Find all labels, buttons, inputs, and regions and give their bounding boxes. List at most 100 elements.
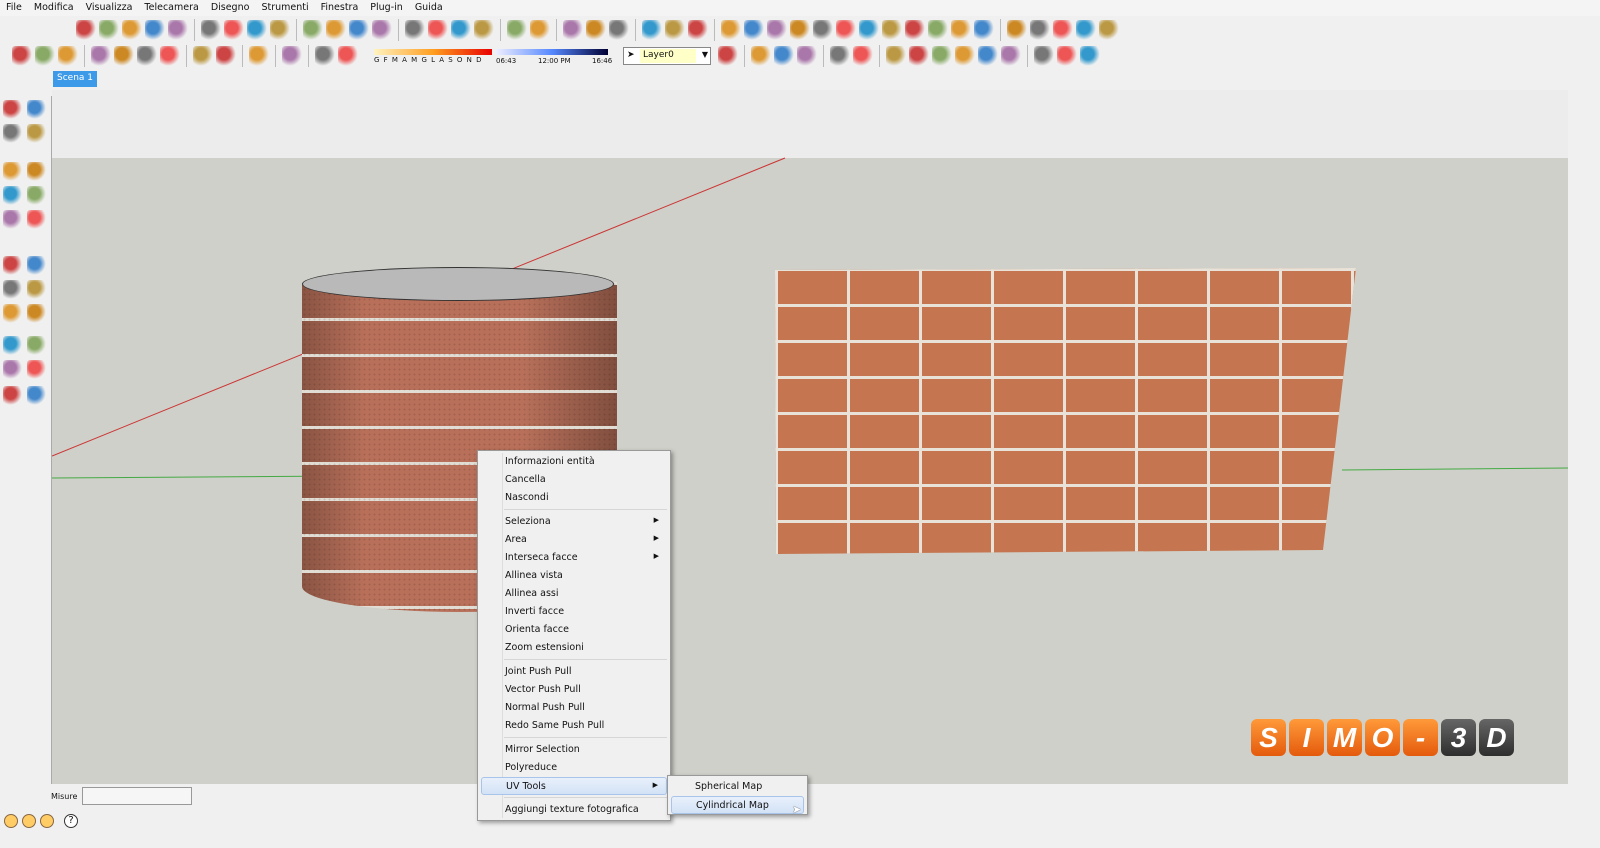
section-display-icon[interactable] [530, 20, 550, 40]
curve-icon[interactable] [744, 20, 764, 40]
circle-icon[interactable] [145, 20, 165, 40]
paste-icon[interactable] [137, 46, 157, 66]
rect2-icon[interactable] [859, 20, 879, 40]
undo-icon[interactable] [193, 46, 213, 66]
pyramid-icon[interactable] [932, 46, 952, 66]
menu-item-normal-push-pull[interactable]: Normal Push Pull [481, 699, 667, 717]
rotate-icon[interactable] [349, 20, 369, 40]
bezier-icon[interactable] [721, 20, 741, 40]
menu-item-area[interactable]: Area ▶ [481, 531, 667, 549]
push-pull-icon[interactable] [303, 20, 323, 40]
delete-icon[interactable] [160, 46, 180, 66]
knife-icon[interactable] [978, 46, 998, 66]
freehand-icon[interactable] [27, 210, 46, 229]
follow-me-icon[interactable] [27, 280, 46, 299]
rotate-x-icon[interactable] [830, 46, 850, 66]
layer-manager-icon[interactable] [718, 46, 738, 66]
push-pull-icon[interactable] [27, 256, 46, 275]
cut-icon[interactable] [91, 46, 111, 66]
select-icon[interactable] [3, 100, 22, 119]
axis-n-icon[interactable] [797, 46, 817, 66]
shadow-info-icon[interactable] [315, 46, 335, 66]
arc-icon[interactable] [27, 186, 46, 205]
shape-icon[interactable] [1099, 20, 1119, 40]
trident-icon[interactable] [955, 46, 975, 66]
zoom-icon[interactable] [451, 20, 471, 40]
menu-guida[interactable]: Guida [409, 0, 449, 16]
line-icon[interactable] [27, 162, 46, 181]
component-icon[interactable] [688, 20, 708, 40]
redo-icon[interactable] [216, 46, 236, 66]
arc3-icon[interactable] [905, 20, 925, 40]
spiral-icon[interactable] [882, 20, 902, 40]
polyline-icon[interactable] [790, 20, 810, 40]
orbit-icon[interactable] [405, 20, 425, 40]
polygon-icon[interactable] [1030, 20, 1050, 40]
cube-yellow-icon[interactable] [1034, 46, 1054, 66]
polygon-icon[interactable] [3, 210, 22, 229]
rotate-y-icon[interactable] [853, 46, 873, 66]
menu-item-mirror-selection[interactable]: Mirror Selection [481, 741, 667, 759]
menu-telecamera[interactable]: Telecamera [138, 0, 204, 16]
select-icon[interactable] [76, 20, 96, 40]
stack-icon[interactable] [1001, 46, 1021, 66]
menu-finestra[interactable]: Finestra [315, 0, 365, 16]
zoom-extents-icon[interactable] [474, 20, 494, 40]
measure-input[interactable] [82, 787, 192, 805]
cube-green-icon[interactable] [1080, 46, 1100, 66]
components-icon[interactable] [27, 100, 46, 119]
paint-bucket-icon[interactable] [3, 124, 22, 143]
rectangle-icon[interactable] [122, 20, 142, 40]
follow-me-icon[interactable] [372, 20, 392, 40]
eraser-icon[interactable] [27, 124, 46, 143]
tab-scene-1[interactable]: Scena 1 [53, 71, 97, 87]
tape-measure-icon[interactable] [247, 20, 267, 40]
menu-item-polyreduce[interactable]: Polyreduce [481, 759, 667, 777]
building-icon[interactable] [563, 20, 583, 40]
menu-item-interseca-facce[interactable]: Interseca facce ▶ [481, 549, 667, 567]
save-icon[interactable] [58, 46, 78, 66]
share-model-icon[interactable] [665, 20, 685, 40]
menu-visualizza[interactable]: Visualizza [80, 0, 139, 16]
pan-icon[interactable] [428, 20, 448, 40]
eraser-icon[interactable] [224, 20, 244, 40]
line-icon[interactable] [813, 20, 833, 40]
cylinder-top-face[interactable] [302, 267, 614, 301]
3d-text-icon[interactable] [27, 386, 46, 405]
credits-icon[interactable] [22, 814, 36, 828]
menu-strumenti[interactable]: Strumenti [255, 0, 314, 16]
text-icon[interactable] [27, 360, 46, 379]
menu-item-inverti-facce[interactable]: Inverti facce [481, 603, 667, 621]
menu-item-cylindrical-map[interactable]: Cylindrical Map [671, 796, 804, 814]
menu-item-aggiungi-texture-fotografica[interactable]: Aggiungi texture fotografica [481, 801, 667, 819]
menu-item-allinea-vista[interactable]: Allinea vista [481, 567, 667, 585]
3d-viewport[interactable] [52, 90, 1568, 784]
pencil-icon[interactable] [99, 20, 119, 40]
arc2-icon[interactable] [836, 20, 856, 40]
ellipse-icon[interactable] [1076, 20, 1096, 40]
move-icon[interactable] [326, 20, 346, 40]
menu-item-spherical-map[interactable]: Spherical Map [671, 778, 804, 796]
chevron-down-icon[interactable]: ▼ [702, 50, 708, 59]
move-icon[interactable] [3, 256, 22, 275]
menu-item-nascondi[interactable]: Nascondi [481, 489, 667, 507]
layer-select[interactable]: ➤ Layer0 ▼ [623, 47, 711, 65]
menu-item-redo-same-push-pull[interactable]: Redo Same Push Pull [481, 717, 667, 735]
menu-item-cancella[interactable]: Cancella [481, 471, 667, 489]
menu-item-informazioni-entit-[interactable]: Informazioni entità [481, 453, 667, 471]
axis-x-icon[interactable] [751, 46, 771, 66]
rectangle-icon[interactable] [3, 162, 22, 181]
rotate-icon[interactable] [3, 280, 22, 299]
menu-modifica[interactable]: Modifica [28, 0, 80, 16]
brick-wall[interactable] [775, 268, 1356, 554]
axis-y-icon[interactable] [774, 46, 794, 66]
menu-item-vector-push-pull[interactable]: Vector Push Pull [481, 681, 667, 699]
user-icon[interactable] [40, 814, 54, 828]
geo-location-icon[interactable] [4, 814, 18, 828]
google-earth-icon[interactable] [609, 20, 629, 40]
menu-plug-in[interactable]: Plug-in [364, 0, 409, 16]
offset-icon[interactable] [27, 304, 46, 323]
date-slider[interactable] [374, 49, 492, 55]
dimension-icon[interactable] [27, 336, 46, 355]
curve3-icon[interactable] [951, 20, 971, 40]
